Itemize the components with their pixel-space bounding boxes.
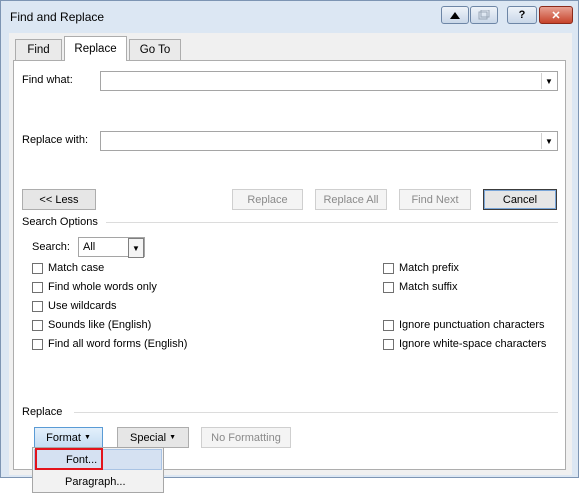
tab-find-label: Find — [27, 44, 50, 56]
replace-button[interactable]: Replace — [232, 189, 303, 210]
special-button-label: Special — [129, 431, 167, 444]
tab-go-to-label: Go To — [139, 44, 171, 56]
menu-item-paragraph-label: Paragraph... — [65, 475, 126, 488]
less-button-label: << Less — [39, 193, 79, 206]
wildcards-checkbox[interactable] — [32, 301, 43, 312]
match-prefix-label: Match prefix — [399, 262, 459, 274]
format-button-label: Format — [46, 431, 81, 444]
replace-with-input[interactable]: ▼ — [100, 131, 558, 151]
find-replace-dialog: Find and Replace ? ✕ Find Replace Go To … — [0, 0, 579, 478]
ignore-punctuation-label: Ignore punctuation characters — [399, 319, 545, 331]
match-suffix-checkbox[interactable] — [383, 282, 394, 293]
find-next-button[interactable]: Find Next — [399, 189, 471, 210]
find-what-label: Find what: — [22, 74, 73, 86]
no-formatting-button-label: No Formatting — [211, 431, 281, 444]
tab-find[interactable]: Find — [15, 39, 62, 60]
replace-all-button[interactable]: Replace All — [315, 189, 387, 210]
replace-button-label: Replace — [247, 193, 288, 206]
whole-words-label: Find whole words only — [48, 281, 157, 293]
word-forms-label: Find all word forms (English) — [48, 338, 188, 350]
close-button[interactable]: ✕ — [539, 6, 573, 24]
triangle-up-icon — [450, 11, 460, 19]
chevron-down-icon: ▼ — [545, 136, 553, 146]
chevron-down-icon: ▼ — [545, 76, 553, 86]
help-icon: ? — [518, 9, 526, 21]
wildcards-label: Use wildcards — [48, 300, 117, 312]
match-case-label: Match case — [48, 262, 105, 274]
ignore-whitespace-checkbox[interactable] — [383, 339, 394, 350]
restore-button[interactable] — [470, 6, 498, 24]
no-formatting-button[interactable]: No Formatting — [201, 427, 291, 448]
tab-go-to[interactable]: Go To — [129, 39, 181, 60]
replace-section-heading: Replace — [22, 406, 63, 418]
replace-with-label: Replace with: — [22, 134, 89, 146]
find-what-dropdown[interactable]: ▼ — [541, 73, 556, 89]
search-options-heading: Search Options — [22, 216, 98, 228]
replace-section-divider — [74, 412, 558, 413]
match-suffix-label: Match suffix — [399, 281, 458, 293]
chevron-down-icon: ▼ — [83, 434, 91, 441]
search-label: Search: — [32, 241, 70, 253]
chevron-down-icon: ▼ — [169, 434, 176, 441]
font-highlight-box — [35, 448, 103, 470]
format-button[interactable]: Format ▼ — [34, 427, 103, 448]
chevron-down-icon: ▼ — [132, 243, 140, 253]
whole-words-checkbox[interactable] — [32, 282, 43, 293]
search-options-divider — [106, 222, 558, 223]
help-button[interactable]: ? — [507, 6, 537, 24]
title-bar[interactable]: Find and Replace ? ✕ — [1, 1, 578, 33]
window-title: Find and Replace — [10, 10, 105, 24]
find-what-input[interactable]: ▼ — [100, 71, 558, 91]
match-prefix-checkbox[interactable] — [383, 263, 394, 274]
less-button[interactable]: << Less — [22, 189, 96, 210]
close-icon: ✕ — [551, 9, 561, 22]
tab-replace[interactable]: Replace — [64, 36, 127, 61]
search-direction-value: All — [83, 241, 96, 253]
replace-with-dropdown[interactable]: ▼ — [541, 133, 556, 149]
cancel-button-label: Cancel — [502, 193, 538, 206]
sounds-like-checkbox[interactable] — [32, 320, 43, 331]
tab-replace-label: Replace — [74, 43, 117, 55]
search-direction-dropdown[interactable]: ▼ — [128, 238, 144, 258]
replace-all-button-label: Replace All — [323, 193, 379, 206]
collapse-button[interactable] — [441, 6, 469, 24]
find-next-button-label: Find Next — [411, 193, 459, 206]
special-button[interactable]: Special ▼ — [117, 427, 189, 448]
ignore-whitespace-label: Ignore white-space characters — [399, 338, 547, 350]
ignore-punctuation-checkbox[interactable] — [383, 320, 394, 331]
restore-icon — [478, 10, 490, 20]
sounds-like-label: Sounds like (English) — [48, 319, 152, 331]
word-forms-checkbox[interactable] — [32, 339, 43, 350]
replace-tab-panel: Find what: ▼ Replace with: ▼ << Less Rep… — [13, 60, 566, 470]
dialog-client-area: Find Replace Go To Find what: ▼ Replace … — [9, 33, 572, 475]
menu-item-paragraph[interactable]: Paragraph... — [34, 471, 162, 492]
match-case-checkbox[interactable] — [32, 263, 43, 274]
search-direction-select[interactable]: All ▼ — [78, 237, 145, 258]
cancel-button[interactable]: Cancel — [483, 189, 557, 210]
